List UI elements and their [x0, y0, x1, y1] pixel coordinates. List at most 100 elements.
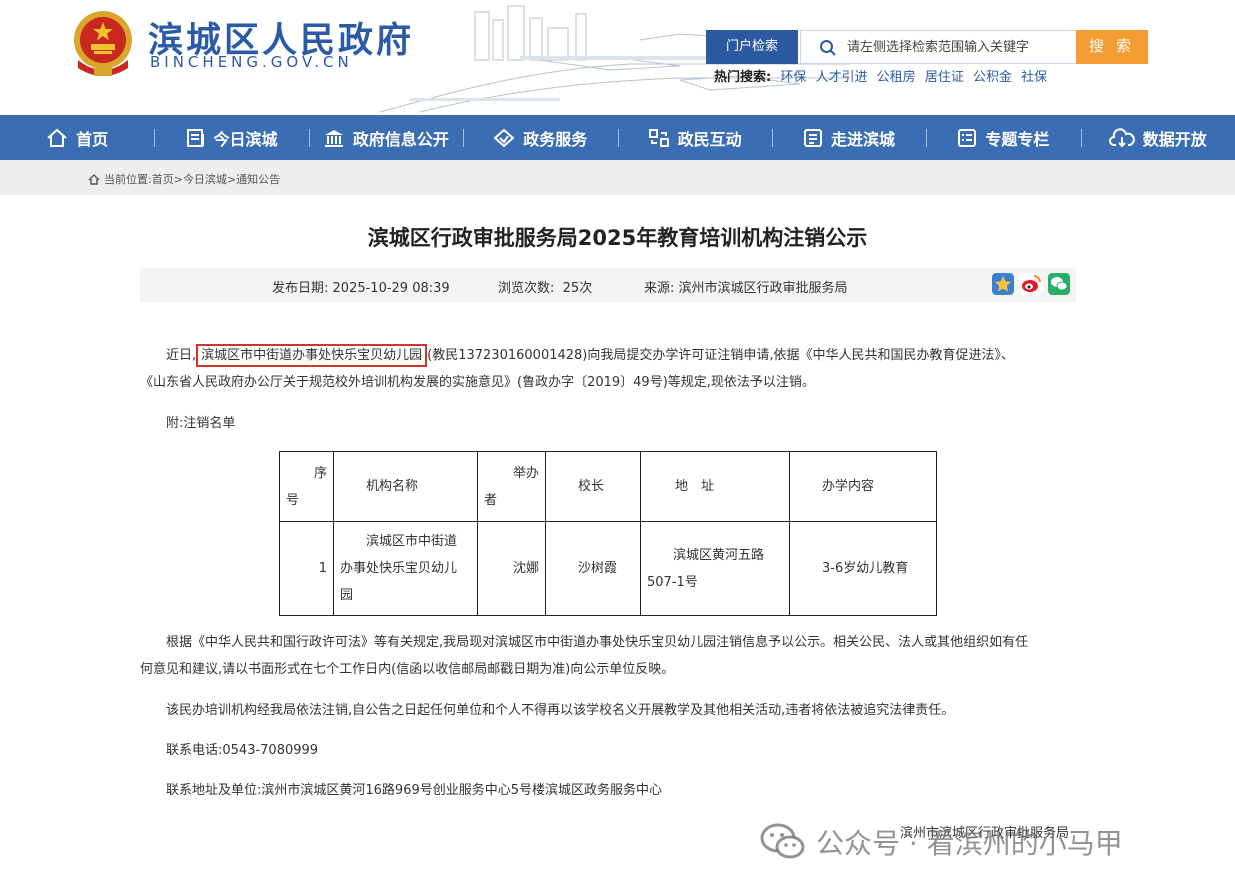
hot-search-bar: 热门搜索: 环保 人才引进 公租房 居住证 公积金 社保 [714, 66, 1047, 85]
article-source-value: 滨州市滨城区行政审批服务局 [678, 281, 848, 296]
breadcrumb-label: 当前位置: [104, 173, 152, 186]
breadcrumb-separator: > [226, 172, 237, 186]
handshake-icon [493, 128, 515, 147]
wechat-logo-icon [760, 823, 805, 859]
search-box [800, 30, 1078, 64]
breadcrumb-today[interactable]: 今日滨城 [183, 171, 227, 187]
breadcrumb-home[interactable]: 首页 [152, 171, 174, 187]
breadcrumb-bar: 当前位置: 首页 > 今日滨城 > 通知公告 [0, 160, 1235, 195]
deregistration-table: 序号 机构名称 举办者 校长 地 址 办学内容 1 滨城区市中街道 办事处快乐宝贝… [279, 451, 937, 616]
news-icon [186, 128, 204, 147]
col-header-address: 地 址 [640, 451, 790, 522]
attachment-label: 附:注销名单 [166, 416, 236, 431]
view-count-value: 25次 [562, 281, 593, 296]
cell-name-line3: 园 [340, 588, 354, 603]
cell-name: 滨城区市中街道 办事处快乐宝贝幼儿园 [333, 521, 478, 616]
nav-item-today-bincheng[interactable]: 今日滨城 [154, 115, 308, 160]
cell-name-line1: 滨城区市中街道 [366, 534, 458, 549]
paragraph-intro: 近日, 滨城区市中街道办事处快乐宝贝幼儿园 (教民137230160001428)向… [140, 342, 1080, 396]
wechat-watermark: 公众号 · 看滨州的小马甲 [760, 822, 1123, 862]
national-emblem-icon [74, 11, 132, 76]
search-scope-selector[interactable]: 门户检索 [706, 30, 798, 64]
home-icon [47, 128, 67, 147]
publish-date-value: 2025-10-29 08:39 [332, 281, 450, 296]
home-icon [88, 173, 100, 185]
paragraph-notice: 根据《中华人民共和国行政许可法》等有关规定,我局现对滨城区市中街道办事处快乐宝贝… [140, 629, 1080, 683]
intro-rest: (教民137230160001428)向我局提交办学许可证注销申请,依据《中华人… [427, 348, 1014, 363]
cell-address-line1: 滨城区黄河五路 [673, 547, 765, 563]
site-header: 滨城区人民政府 BINCHENG.GOV.CN 门户检索 搜 索 热门搜索: 环… [0, 0, 1235, 115]
article-source: 来源: 滨州市滨城区行政审批服务局 [644, 277, 848, 296]
hot-link-gongzufang[interactable]: 公租房 [877, 70, 916, 85]
wechat-share-icon[interactable] [1048, 273, 1070, 295]
article-source-label: 来源: [644, 281, 675, 296]
hot-search-label: 热门搜索: [714, 70, 772, 85]
col-header-no-line1: 序 [313, 465, 327, 481]
paragraph-intro-line2: 《山东省人民政府办公厅关于规范校外培训机构发展的实施意见》(鲁政办字〔2019〕… [140, 375, 815, 390]
view-count: 浏览次数: 25次 [498, 277, 592, 296]
building-icon [324, 129, 343, 147]
contact-address: 联系地址及单位:滨州市滨城区黄河16路969号创业服务中心5号楼滨城区政务服务中… [166, 783, 663, 798]
nav-item-label: 政民互动 [677, 129, 742, 149]
interaction-icon [648, 128, 669, 147]
hot-link-rencai[interactable]: 人才引进 [816, 70, 868, 85]
search-input[interactable] [847, 31, 1073, 63]
nav-item-label: 数据开放 [1142, 129, 1207, 149]
nav-item-label: 专题专栏 [985, 129, 1050, 149]
publish-date-label: 发布日期: [272, 281, 329, 296]
hot-link-juzhuzheng[interactable]: 居住证 [925, 70, 964, 85]
view-count-label: 浏览次数: [498, 281, 555, 296]
paragraph-intro-line1: 近日, 滨城区市中街道办事处快乐宝贝幼儿园 (教民137230160001428)向… [140, 342, 1080, 369]
paragraph-notice-line2: 何意见和建议,请以书面形式在七个工作日内(信函以收信邮局邮戳日期为准)向公示单位… [140, 662, 675, 677]
nav-item-home[interactable]: 首页 [0, 115, 154, 160]
nav-item-gov-service[interactable]: 政务服务 [463, 115, 617, 160]
paragraph-prohibition: 该民办培训机构经我局依法注销,自公告之日起任何单位和个人不得再以该学校名义开展教… [166, 703, 955, 718]
col-header-founder-line2: 者 [484, 492, 498, 508]
nav-item-label: 今日滨城 [213, 129, 278, 149]
watermark-text: 公众号 · 看滨州的小马甲 [816, 827, 1123, 860]
article-meta-bar: 发布日期: 2025-10-29 08:39 浏览次数: 25次 来源: 滨州市… [140, 268, 1076, 302]
contact-phone: 联系电话:0543-7080999 [166, 743, 319, 758]
cell-address: 滨城区黄河五路 507-1号 [640, 521, 790, 616]
col-header-no-line2: 号 [286, 492, 300, 508]
cell-address-line2: 507-1号 [647, 574, 698, 590]
nav-item-label: 政务服务 [523, 129, 588, 149]
col-header-content: 办学内容 [789, 451, 937, 522]
nav-item-gov-info[interactable]: 政府信息公开 [308, 115, 463, 160]
cell-content: 3-6岁幼儿教育 [789, 521, 937, 616]
nav-item-open-data[interactable]: 数据开放 [1080, 115, 1235, 160]
highlighted-kindergarten-name: 滨城区市中街道办事处快乐宝贝幼儿园 [196, 344, 428, 367]
favorite-star-icon[interactable] [992, 273, 1014, 295]
site-domain: BINCHENG.GOV.CN [150, 53, 353, 71]
col-header-name: 机构名称 [333, 451, 478, 522]
cell-principal: 沙树霞 [545, 521, 641, 616]
hot-link-shebao[interactable]: 社保 [1021, 70, 1047, 85]
col-header-no: 序号 [279, 451, 334, 522]
hot-link-huanbao[interactable]: 环保 [780, 70, 806, 85]
search-button[interactable]: 搜 索 [1076, 30, 1148, 64]
search-icon [820, 40, 836, 56]
hot-link-gongjijin[interactable]: 公积金 [973, 70, 1012, 85]
col-header-principal: 校长 [545, 451, 641, 522]
intro-lead: 近日, [166, 348, 197, 363]
cloud-download-icon [1108, 127, 1135, 147]
col-header-founder-line1: 举办 [512, 465, 539, 481]
nav-item-label: 政府信息公开 [352, 129, 449, 149]
table-header-row: 序号 机构名称 举办者 校长 地 址 办学内容 [279, 451, 937, 522]
nav-item-interaction[interactable]: 政民互动 [617, 115, 772, 160]
nav-item-label: 首页 [76, 129, 109, 149]
breadcrumb-separator: > [173, 172, 183, 186]
weibo-share-icon[interactable] [1020, 273, 1042, 295]
breadcrumb-notices[interactable]: 通知公告 [236, 171, 280, 187]
nav-item-special-topics[interactable]: 专题专栏 [926, 115, 1080, 160]
col-header-founder: 举办者 [477, 451, 546, 522]
cell-no: 1 [279, 521, 334, 616]
breadcrumb: 当前位置: 首页 > 今日滨城 > 通知公告 [88, 171, 280, 187]
list-icon [958, 128, 977, 147]
publish-date: 发布日期: 2025-10-29 08:39 [272, 277, 450, 296]
article-title: 滨城区行政审批服务局2025年教育培训机构注销公示 [367, 226, 868, 250]
cell-founder: 沈娜 [477, 521, 546, 616]
main-nav: 首页 今日滨城 政府信息公开 政务服务 政民互动 走进滨城 专题专栏 数据开放 [0, 115, 1235, 160]
nav-item-about-bincheng[interactable]: 走进滨城 [771, 115, 926, 160]
nav-item-label: 走进滨城 [831, 129, 896, 149]
